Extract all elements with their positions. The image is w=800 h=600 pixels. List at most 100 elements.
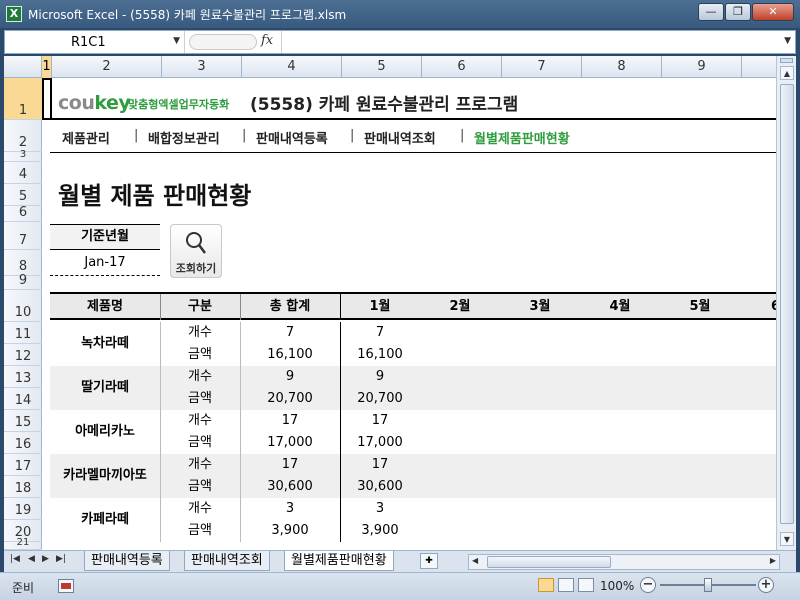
nav-item-recipe-management[interactable]: 배합정보관리 <box>148 128 220 147</box>
row-header[interactable]: 21 <box>4 537 42 550</box>
total-amount-cell[interactable]: 17,000 <box>240 432 340 454</box>
row-header[interactable]: 18 <box>4 476 42 498</box>
nav-item-monthly-sales[interactable]: 월별제품판매현황 <box>474 128 570 147</box>
type-label-cell[interactable]: 금액 <box>160 476 240 498</box>
page-break-preview-icon[interactable] <box>578 578 594 592</box>
chevron-down-icon[interactable]: ▼ <box>173 36 180 46</box>
product-name-cell[interactable]: 녹차라떼 <box>50 322 160 366</box>
prev-sheet-icon[interactable]: ◀ <box>28 554 35 564</box>
type-label-cell[interactable]: 개수 <box>160 410 240 432</box>
type-label-cell[interactable]: 개수 <box>160 322 240 344</box>
month-count-cell[interactable]: 7 <box>340 322 420 344</box>
month-count-cell[interactable]: 3 <box>340 498 420 520</box>
total-count-cell[interactable]: 3 <box>240 498 340 520</box>
column-header[interactable]: 9 <box>662 56 742 78</box>
month-amount-cell[interactable]: 16,100 <box>340 344 420 366</box>
next-sheet-icon[interactable]: ▶ <box>42 554 49 564</box>
month-amount-cell[interactable]: 20,700 <box>340 388 420 410</box>
month-amount-cell[interactable]: 30,600 <box>340 476 420 498</box>
nav-item-sales-inquiry[interactable]: 판매내역조회 <box>364 128 436 147</box>
row-header[interactable]: 6 <box>4 205 42 222</box>
total-count-cell[interactable]: 17 <box>240 410 340 432</box>
scroll-thumb[interactable] <box>780 84 794 524</box>
expand-formula-bar-icon[interactable]: ▼ <box>784 36 791 46</box>
scroll-right-icon[interactable]: ▶ <box>770 556 776 565</box>
scroll-down-icon[interactable]: ▼ <box>780 532 794 546</box>
column-header[interactable]: 8 <box>582 56 662 78</box>
zoom-in-button[interactable]: + <box>758 577 774 593</box>
type-label-cell[interactable]: 금액 <box>160 388 240 410</box>
select-all-corner[interactable] <box>4 56 42 78</box>
close-button[interactable]: ✕ <box>752 3 794 21</box>
type-label-cell[interactable]: 개수 <box>160 454 240 476</box>
row-header[interactable]: 11 <box>4 322 42 344</box>
sheet-tab-active[interactable]: 월별제품판매현황 <box>284 551 394 571</box>
row-header[interactable]: 17 <box>4 454 42 476</box>
product-name-cell[interactable]: 카라멜마끼아또 <box>50 454 160 498</box>
zoom-out-button[interactable]: − <box>640 577 656 593</box>
month-count-cell[interactable]: 9 <box>340 366 420 388</box>
row-header[interactable]: 16 <box>4 432 42 454</box>
total-count-cell[interactable]: 7 <box>240 322 340 344</box>
product-name-cell[interactable]: 카페라떼 <box>50 498 160 542</box>
insert-sheet-icon[interactable]: ✚ <box>420 553 438 569</box>
month-count-cell[interactable]: 17 <box>340 454 420 476</box>
row-header[interactable]: 13 <box>4 366 42 388</box>
macro-record-icon[interactable] <box>58 579 74 593</box>
scroll-left-icon[interactable]: ◀ <box>472 556 478 565</box>
horizontal-scrollbar[interactable]: ◀ ▶ <box>468 554 780 570</box>
row-header[interactable]: 1 <box>4 78 42 120</box>
sheet-tab[interactable]: 판매내역조회 <box>184 551 270 571</box>
type-label-cell[interactable]: 개수 <box>160 498 240 520</box>
period-input[interactable]: Jan-17 <box>50 250 160 276</box>
zoom-slider-thumb[interactable] <box>704 578 712 592</box>
nav-item-sales-entry[interactable]: 판매내역등록 <box>256 128 328 147</box>
product-name-cell[interactable]: 아메리카노 <box>50 410 160 454</box>
normal-view-icon[interactable] <box>538 578 554 592</box>
column-header[interactable]: 4 <box>242 56 342 78</box>
month-amount-cell[interactable]: 17,000 <box>340 432 420 454</box>
column-header[interactable]: 2 <box>52 56 162 78</box>
row-header[interactable]: 5 <box>4 184 42 206</box>
column-header[interactable]: 1 <box>42 56 52 78</box>
row-header[interactable]: 9 <box>4 273 42 290</box>
total-count-cell[interactable]: 17 <box>240 454 340 476</box>
sheet-tab[interactable]: 판매내역등록 <box>84 551 170 571</box>
row-header[interactable]: 2 <box>4 120 42 152</box>
scroll-thumb[interactable] <box>487 556 611 568</box>
month-count-cell[interactable]: 17 <box>340 410 420 432</box>
type-label-cell[interactable]: 금액 <box>160 520 240 542</box>
last-sheet-icon[interactable]: ▶| <box>56 554 66 564</box>
column-header[interactable]: 3 <box>162 56 242 78</box>
type-label-cell[interactable]: 개수 <box>160 366 240 388</box>
month-amount-cell[interactable]: 3,900 <box>340 520 420 542</box>
total-count-cell[interactable]: 9 <box>240 366 340 388</box>
row-header[interactable]: 15 <box>4 410 42 432</box>
type-label-cell[interactable]: 금액 <box>160 432 240 454</box>
row-header[interactable]: 10 <box>4 290 42 322</box>
restore-button[interactable]: ❐ <box>725 3 751 21</box>
excel-app-icon[interactable]: X <box>6 6 22 22</box>
column-header[interactable]: 6 <box>422 56 502 78</box>
row-header[interactable]: 14 <box>4 388 42 410</box>
row-header[interactable]: 4 <box>4 162 42 184</box>
minimize-button[interactable]: — <box>698 3 724 21</box>
row-header[interactable]: 12 <box>4 344 42 366</box>
type-label-cell[interactable]: 금액 <box>160 344 240 366</box>
vertical-scrollbar[interactable]: ▲ ▼ <box>776 56 796 550</box>
row-header[interactable]: 3 <box>4 149 42 162</box>
total-amount-cell[interactable]: 16,100 <box>240 344 340 366</box>
split-handle[interactable] <box>780 58 793 63</box>
product-name-cell[interactable]: 딸기라떼 <box>50 366 160 410</box>
formula-input[interactable] <box>287 34 767 50</box>
search-button[interactable]: 조회하기 <box>170 224 222 278</box>
column-header[interactable]: 5 <box>342 56 422 78</box>
worksheet[interactable]: 1 2 3 4 5 6 7 8 9 1 2 3 4 5 6 7 8 9 10 1… <box>4 56 776 550</box>
row-header[interactable]: 7 <box>4 222 42 250</box>
page-layout-view-icon[interactable] <box>558 578 574 592</box>
first-sheet-icon[interactable]: |◀ <box>10 554 20 564</box>
active-cell-a1[interactable] <box>42 78 52 120</box>
scroll-up-icon[interactable]: ▲ <box>780 66 794 80</box>
name-box[interactable]: R1C1 ▼ <box>5 31 185 53</box>
total-amount-cell[interactable]: 20,700 <box>240 388 340 410</box>
